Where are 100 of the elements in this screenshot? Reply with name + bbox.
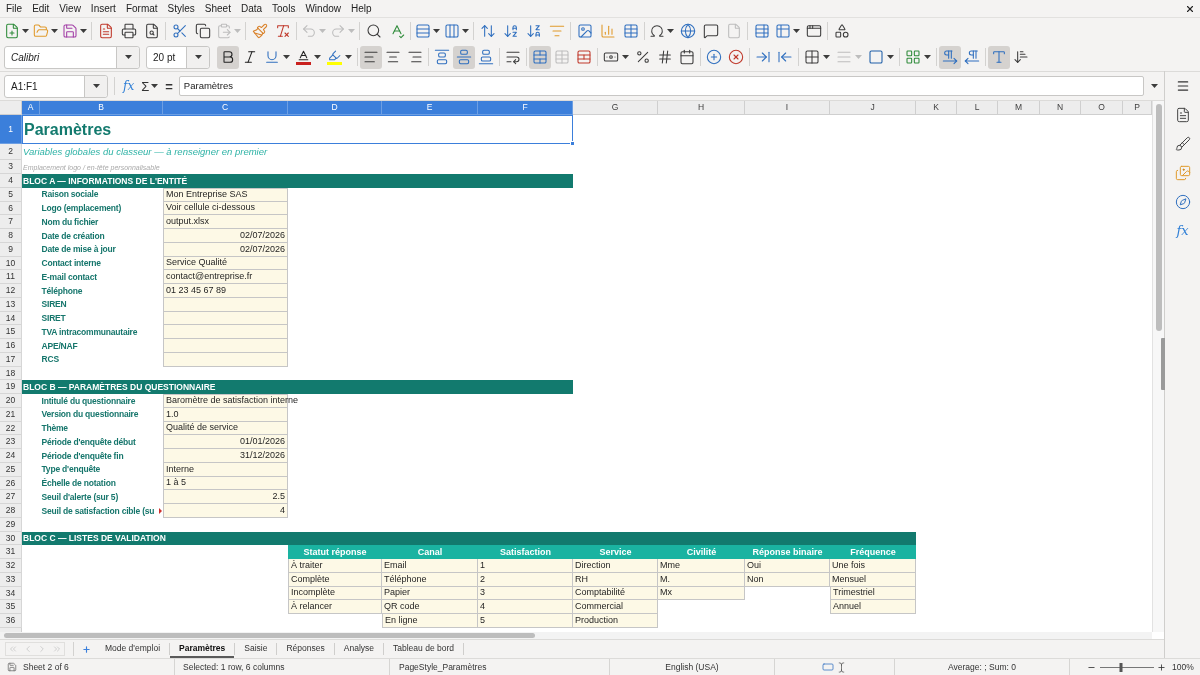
- column-header[interactable]: D: [288, 101, 382, 115]
- sheet-tab[interactable]: Tableau de bord: [384, 640, 463, 658]
- formula-button[interactable]: =: [163, 79, 175, 93]
- column-header[interactable]: N: [1040, 101, 1081, 115]
- menu-item[interactable]: Tools: [267, 3, 301, 14]
- sheet-tab[interactable]: Réponses: [277, 640, 334, 658]
- input-cell[interactable]: 01/01/2026: [163, 435, 288, 449]
- column-header[interactable]: I: [745, 101, 830, 115]
- name-box[interactable]: A1:F1: [4, 74, 108, 98]
- row-header[interactable]: 12: [0, 284, 22, 298]
- input-cell[interactable]: 4: [163, 504, 288, 518]
- row-header[interactable]: 2: [0, 144, 22, 160]
- document-icon: [97, 22, 114, 39]
- column-header[interactable]: J: [830, 101, 916, 115]
- menu-item[interactable]: Window: [300, 3, 346, 14]
- text-cursor-icon[interactable]: [836, 661, 847, 673]
- zoom-in-icon[interactable]: [1157, 662, 1166, 672]
- align-middle-button[interactable]: [453, 45, 475, 69]
- input-cell[interactable]: output.xlsx: [163, 215, 288, 229]
- column-header[interactable]: C: [163, 101, 288, 115]
- input-cell[interactable]: 02/07/2026: [163, 229, 288, 243]
- row-header[interactable]: 20: [0, 394, 22, 408]
- row-header[interactable]: 24: [0, 449, 22, 463]
- zoom-percentage[interactable]: 100%: [1172, 662, 1194, 672]
- row-header[interactable]: 15: [0, 325, 22, 339]
- column-header[interactable]: K: [916, 101, 957, 115]
- row-header[interactable]: 11: [0, 270, 22, 284]
- menu-item[interactable]: File: [1, 3, 28, 14]
- dropdown-button[interactable]: [116, 46, 139, 68]
- sidebar-grip-handle[interactable]: [1161, 338, 1165, 390]
- row-header[interactable]: 32: [0, 559, 22, 573]
- close-icon[interactable]: [1185, 3, 1195, 14]
- column-header[interactable]: A: [22, 101, 40, 115]
- column-header[interactable]: E: [382, 101, 478, 115]
- input-cell[interactable]: contact@entreprise.fr: [163, 270, 288, 284]
- column-header[interactable]: O: [1081, 101, 1123, 115]
- function-wizard-button[interactable]: fx: [121, 80, 137, 92]
- bold-button[interactable]: [217, 45, 239, 69]
- input-cell[interactable]: 2.5: [163, 490, 288, 504]
- column-header[interactable]: P: [1123, 101, 1152, 115]
- scrollbar-thumb[interactable]: [1155, 104, 1162, 331]
- left-to-right-button[interactable]: [939, 45, 961, 69]
- input-cell[interactable]: [163, 325, 288, 339]
- row-header[interactable]: 8: [0, 229, 22, 243]
- sum-button[interactable]: Σ: [140, 79, 160, 93]
- sheet-tab[interactable]: Mode d'emploi: [96, 640, 169, 658]
- menu-item[interactable]: Sheet: [199, 3, 236, 14]
- row-header[interactable]: 35: [0, 600, 22, 614]
- sheet-tab[interactable]: Saisie: [235, 640, 277, 658]
- menu-item[interactable]: Format: [120, 3, 163, 14]
- add-sheet-icon[interactable]: [82, 644, 91, 654]
- align-left-button[interactable]: [360, 45, 382, 69]
- row-header[interactable]: 4: [0, 174, 22, 188]
- row-header[interactable]: 36: [0, 614, 22, 628]
- column-header[interactable]: M: [998, 101, 1040, 115]
- column-header[interactable]: L: [957, 101, 998, 115]
- menu-item[interactable]: Insert: [85, 3, 121, 14]
- language[interactable]: English (USA): [665, 662, 719, 672]
- menu-item[interactable]: Data: [235, 3, 268, 14]
- zoom-slider-thumb[interactable]: [1119, 662, 1122, 672]
- dropdown-button[interactable]: [84, 75, 107, 97]
- selected-range[interactable]: Paramètres: [22, 115, 573, 144]
- menu-item[interactable]: Help: [346, 3, 377, 14]
- column-header[interactable]: G: [573, 101, 658, 115]
- row-header[interactable]: 3: [0, 160, 22, 174]
- fill-handle-icon[interactable]: [570, 141, 575, 146]
- row-header[interactable]: 28: [0, 504, 22, 518]
- formula-input[interactable]: Paramètres: [178, 76, 1144, 96]
- scrollbar-thumb[interactable]: [4, 633, 535, 638]
- input-cell[interactable]: 01 23 45 67 89: [163, 284, 288, 298]
- functions-button[interactable]: fx: [1165, 216, 1200, 245]
- font-name-field[interactable]: Calibri: [4, 45, 140, 69]
- input-cell[interactable]: 31/12/2026: [163, 449, 288, 463]
- row-header[interactable]: 23: [0, 435, 22, 449]
- row-header[interactable]: 19: [0, 380, 22, 394]
- horizontal-scrollbar[interactable]: [0, 632, 1152, 639]
- menu-item[interactable]: Edit: [27, 3, 55, 14]
- vertical-scrollbar[interactable]: [1152, 101, 1164, 632]
- hash-icon: [657, 49, 673, 65]
- font-size-field[interactable]: 20 pt: [146, 45, 210, 69]
- row-header[interactable]: 27: [0, 490, 22, 504]
- row-header[interactable]: 16: [0, 339, 22, 353]
- column-header[interactable]: F: [478, 101, 573, 115]
- dropdown-button[interactable]: [186, 46, 209, 68]
- menu-item[interactable]: View: [54, 3, 86, 14]
- sheet-tab[interactable]: Analyse: [334, 640, 383, 658]
- selection-summary: Selected: 1 row, 6 columns: [183, 662, 285, 672]
- row-header[interactable]: 31: [0, 545, 22, 559]
- text-direction-button[interactable]: [988, 45, 1010, 69]
- menu-item[interactable]: Styles: [162, 3, 200, 14]
- row-header[interactable]: 7: [0, 215, 22, 229]
- pilcrow-left-icon: [964, 49, 980, 65]
- caret-icon: [124, 55, 132, 59]
- row-header[interactable]: 1: [0, 115, 22, 144]
- caret-icon: [622, 55, 629, 59]
- merge-center-button[interactable]: [529, 45, 551, 69]
- column-header[interactable]: B: [40, 101, 163, 115]
- input-cell[interactable]: [163, 339, 288, 353]
- rectangle-icon[interactable]: [822, 661, 834, 673]
- column-header[interactable]: H: [658, 101, 745, 115]
